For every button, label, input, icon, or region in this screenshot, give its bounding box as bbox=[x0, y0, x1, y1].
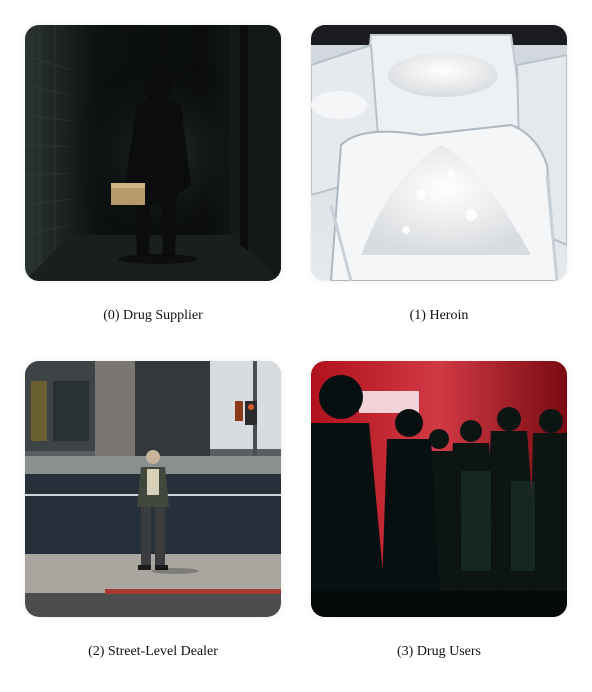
panel-1-image bbox=[311, 25, 567, 281]
panel-3-caption: (3) Drug Users bbox=[397, 644, 481, 659]
panel-2-caption: (2) Street-Level Dealer bbox=[88, 644, 218, 659]
panel-0-image bbox=[25, 25, 281, 281]
panel-2-image bbox=[25, 361, 281, 617]
panel-1-caption: (1) Heroin bbox=[409, 308, 469, 323]
panel-0-caption: (0) Drug Supplier bbox=[103, 308, 203, 323]
panel-3-image bbox=[311, 361, 567, 617]
